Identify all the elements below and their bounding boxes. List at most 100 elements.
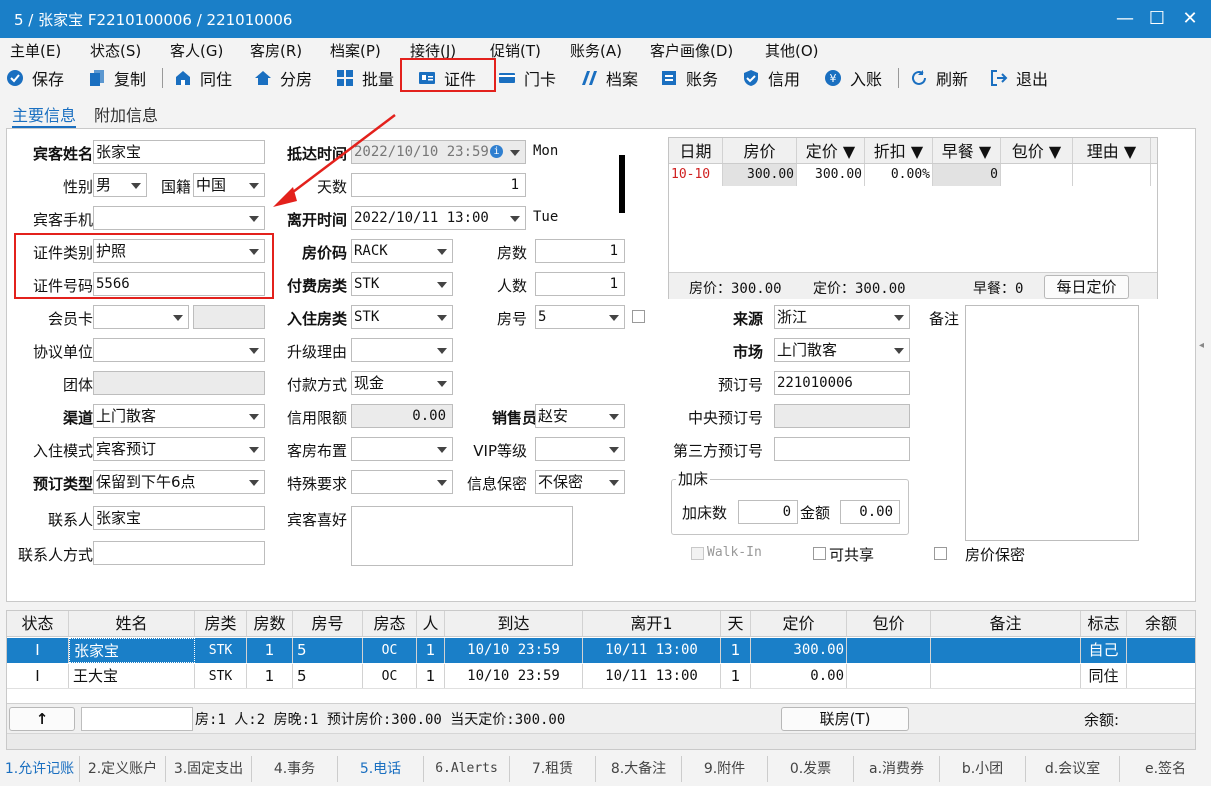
- special-request-select[interactable]: [351, 470, 453, 494]
- status-tab[interactable]: 6.Alerts: [424, 756, 510, 782]
- upgrade-reason-select[interactable]: [351, 338, 453, 362]
- col-arrival[interactable]: 到达: [445, 611, 583, 636]
- status-tab[interactable]: 0.发票: [768, 756, 854, 782]
- room-no-checkbox[interactable]: [632, 310, 645, 323]
- status-tab[interactable]: d.会议室: [1026, 756, 1120, 782]
- col-rooms[interactable]: 房数: [247, 611, 293, 636]
- guest-preference-field[interactable]: [351, 506, 573, 566]
- remark-field[interactable]: [965, 305, 1139, 541]
- room-setup-select[interactable]: [351, 437, 453, 461]
- nationality-select[interactable]: 中国: [193, 173, 265, 197]
- link-room-button[interactable]: 联房(T): [781, 707, 909, 731]
- room-type-select[interactable]: STK: [351, 305, 453, 329]
- status-tab[interactable]: 4.事务: [252, 756, 338, 782]
- menu-promotion[interactable]: 促销(T): [490, 40, 541, 61]
- status-tab[interactable]: 2.定义账户: [80, 756, 166, 782]
- rate-col-package[interactable]: 包价 ▼: [1001, 138, 1073, 163]
- walkin-checkbox[interactable]: [691, 547, 704, 560]
- rate-col-discount[interactable]: 折扣 ▼: [865, 138, 933, 163]
- rate-secret-checkbox[interactable]: [934, 547, 947, 560]
- menu-archive[interactable]: 档案(P): [330, 40, 381, 61]
- gender-select[interactable]: 男: [93, 173, 147, 197]
- up-arrow-button[interactable]: ↑: [9, 707, 75, 731]
- vip-level-select[interactable]: [535, 437, 625, 461]
- source-select[interactable]: 浙江: [774, 305, 910, 329]
- tab-extra-info[interactable]: 附加信息: [94, 102, 158, 126]
- col-fixed-rate[interactable]: 定价: [751, 611, 847, 636]
- refresh-button[interactable]: 刷新: [910, 66, 968, 90]
- daily-rate-button[interactable]: 每日定价: [1044, 275, 1129, 299]
- checkin-mode-select[interactable]: 宾客预订: [93, 437, 265, 461]
- status-tab[interactable]: 1.允许记账: [0, 756, 80, 782]
- room-no-select[interactable]: 5: [535, 305, 625, 329]
- third-party-booking-field[interactable]: [774, 437, 910, 461]
- shareable-checkbox[interactable]: [813, 547, 826, 560]
- persons-field[interactable]: 1: [535, 272, 625, 296]
- col-status[interactable]: 状态: [7, 611, 69, 636]
- mobile-select[interactable]: [93, 206, 265, 230]
- contact-method-field[interactable]: [93, 541, 265, 565]
- pay-room-type-select[interactable]: STK: [351, 272, 453, 296]
- menu-account[interactable]: 账务(A): [570, 40, 622, 61]
- menu-other[interactable]: 其他(O): [765, 40, 819, 61]
- status-tab[interactable]: 9.附件: [682, 756, 768, 782]
- col-remark[interactable]: 备注: [931, 611, 1081, 636]
- menu-main[interactable]: 主单(E): [10, 40, 61, 61]
- rate-col-fixed[interactable]: 定价 ▼: [797, 138, 865, 163]
- extra-bed-count-field[interactable]: 0: [738, 500, 798, 524]
- door-card-button[interactable]: 门卡: [498, 66, 556, 90]
- rate-col-breakfast[interactable]: 早餐 ▼: [933, 138, 1001, 163]
- booking-no-field[interactable]: 221010006: [774, 371, 910, 395]
- member-card-select[interactable]: [93, 305, 189, 329]
- rooms-field[interactable]: 1: [535, 239, 625, 263]
- tab-main-info[interactable]: 主要信息: [12, 102, 77, 128]
- status-tab[interactable]: 7.租赁: [510, 756, 596, 782]
- status-tab[interactable]: 3.固定支出: [166, 756, 252, 782]
- rate-col-reason[interactable]: 理由 ▼: [1073, 138, 1151, 163]
- channel-select[interactable]: 上门散客: [93, 404, 265, 428]
- maximize-icon[interactable]: ☐: [1144, 6, 1170, 32]
- agreement-select[interactable]: [93, 338, 265, 362]
- col-name[interactable]: 姓名: [69, 611, 195, 636]
- status-tab[interactable]: b.小团: [940, 756, 1026, 782]
- post-button[interactable]: ¥ 入账: [824, 66, 882, 90]
- col-persons[interactable]: 人: [417, 611, 445, 636]
- table-row[interactable]: I 王大宝 STK 1 5 OC 1 10/10 23:59 10/11 13:…: [7, 664, 1195, 689]
- collapse-arrow-icon[interactable]: ◂: [1199, 340, 1209, 354]
- minimize-icon[interactable]: —: [1112, 6, 1138, 32]
- status-tab[interactable]: e.签名: [1120, 756, 1211, 782]
- menu-status[interactable]: 状态(S): [90, 40, 141, 61]
- horizontal-scrollbar[interactable]: [7, 733, 1195, 749]
- split-room-button[interactable]: 分房: [254, 66, 312, 90]
- table-row[interactable]: I 张家宝 STK 1 5 OC 1 10/10 23:59 10/11 13:…: [7, 638, 1195, 663]
- menu-profile[interactable]: 客户画像(D): [650, 40, 733, 61]
- credit-button[interactable]: 信用: [742, 66, 800, 90]
- guest-name-field[interactable]: 张家宝: [93, 140, 265, 164]
- status-tab[interactable]: 8.大备注: [596, 756, 682, 782]
- save-button[interactable]: 保存: [6, 66, 64, 90]
- rate-col-date[interactable]: 日期: [669, 138, 723, 163]
- col-balance[interactable]: 余额: [1127, 611, 1195, 636]
- copy-button[interactable]: 复制: [88, 66, 146, 90]
- rate-col-price[interactable]: 房价: [723, 138, 797, 163]
- status-tab[interactable]: 5.电话: [338, 756, 424, 782]
- rate-grid-row[interactable]: 10-10 300.00 300.00 0.00% 0: [669, 164, 1151, 186]
- privacy-select[interactable]: 不保密: [535, 470, 625, 494]
- rate-code-select[interactable]: RACK: [351, 239, 453, 263]
- payment-method-select[interactable]: 现金: [351, 371, 453, 395]
- col-days[interactable]: 天: [721, 611, 751, 636]
- col-depart[interactable]: 离开1: [583, 611, 721, 636]
- market-select[interactable]: 上门散客: [774, 338, 910, 362]
- col-flag[interactable]: 标志: [1081, 611, 1127, 636]
- col-room-state[interactable]: 房态: [363, 611, 417, 636]
- status-tab[interactable]: a.消费券: [854, 756, 940, 782]
- close-icon[interactable]: ✕: [1177, 6, 1203, 32]
- account-button[interactable]: 账务: [660, 66, 718, 90]
- exit-button[interactable]: 退出: [990, 66, 1048, 90]
- menu-room[interactable]: 客房(R): [250, 40, 302, 61]
- contact-field[interactable]: 张家宝: [93, 506, 265, 530]
- booking-type-select[interactable]: 保留到下午6点: [93, 470, 265, 494]
- search-input[interactable]: [81, 707, 193, 731]
- share-room-button[interactable]: 同住: [174, 66, 232, 90]
- col-package[interactable]: 包价: [847, 611, 931, 636]
